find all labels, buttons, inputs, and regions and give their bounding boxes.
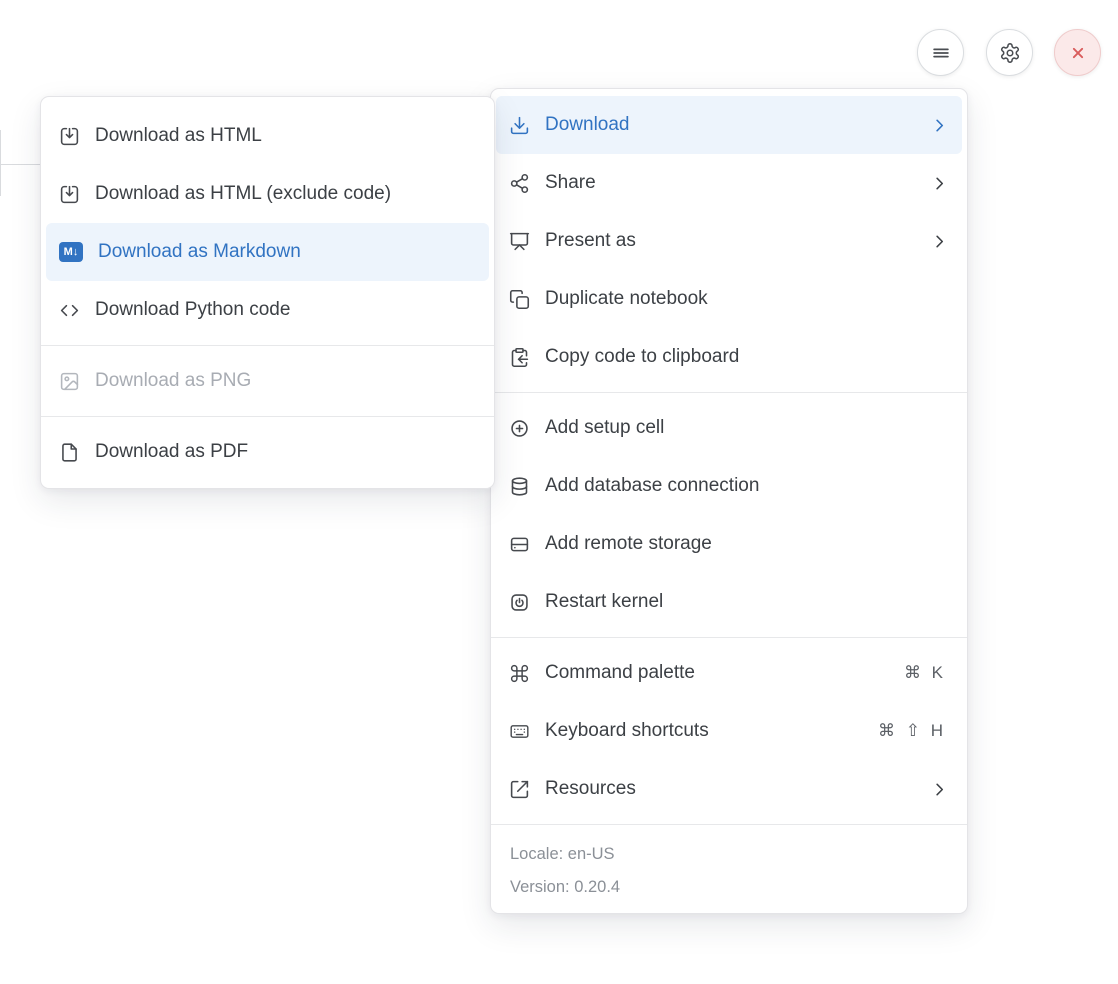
image-icon: [59, 371, 80, 392]
menu-item-label: Keyboard shortcuts: [545, 720, 709, 742]
hard-drive-icon: [509, 534, 530, 555]
file-icon: [59, 442, 80, 463]
menu-item-resources[interactable]: Resources: [496, 760, 962, 818]
menu-separator: [41, 416, 494, 417]
circle-plus-icon: [509, 418, 530, 439]
menu-item-label: Download as HTML: [95, 125, 262, 147]
menu-item-label: Add remote storage: [545, 533, 712, 555]
share-icon: [509, 173, 530, 194]
chevron-right-icon: [930, 116, 949, 135]
menu-separator: [41, 345, 494, 346]
clipboard-copy-icon: [509, 347, 530, 368]
close-icon: [1068, 43, 1088, 63]
menu-item-download-as-html[interactable]: Download as HTML: [46, 107, 489, 165]
menu-item-label: Download as Markdown: [98, 241, 301, 263]
menu-item-label: Resources: [545, 778, 636, 800]
menu-item-label: Download as HTML (exclude code): [95, 183, 391, 205]
menu-separator: [491, 392, 967, 393]
markdown-icon: M↓: [59, 242, 83, 262]
keyboard-icon: [509, 721, 530, 742]
menu-item-label: Present as: [545, 230, 636, 252]
power-icon: [509, 592, 530, 613]
menu-separator: [491, 824, 967, 825]
menu-item-download-as-html-exclude-code[interactable]: Download as HTML (exclude code): [46, 165, 489, 223]
menu-item-download[interactable]: Download: [496, 96, 962, 154]
presentation-icon: [509, 231, 530, 252]
menu-item-duplicate-notebook[interactable]: Duplicate notebook: [496, 270, 962, 328]
menu-item-restart-kernel[interactable]: Restart kernel: [496, 573, 962, 631]
command-icon: [509, 663, 530, 684]
menu-item-download-as-markdown[interactable]: M↓ Download as Markdown: [46, 223, 489, 281]
database-icon: [509, 476, 530, 497]
menu-item-copy-code-to-clipboard[interactable]: Copy code to clipboard: [496, 328, 962, 386]
version-text: Version: 0.20.4: [510, 871, 948, 904]
page-fragment-horizontal-border: [0, 164, 41, 165]
menu-item-label: Download as PDF: [95, 441, 248, 463]
settings-button[interactable]: [986, 29, 1033, 76]
shortcut-hint: ⌘ K: [904, 663, 949, 683]
menu-item-share[interactable]: Share: [496, 154, 962, 212]
menu-item-download-python-code[interactable]: Download Python code: [46, 281, 489, 339]
box-arrow-down-icon: [59, 126, 80, 147]
menu-item-present-as[interactable]: Present as: [496, 212, 962, 270]
menu-separator: [491, 637, 967, 638]
external-link-icon: [509, 779, 530, 800]
menu-item-label: Share: [545, 172, 596, 194]
menu-footer: Locale: en-US Version: 0.20.4: [491, 831, 967, 908]
menu-item-label: Restart kernel: [545, 591, 663, 613]
menu-item-label: Download as PNG: [95, 370, 251, 392]
page-fragment-vertical-border: [0, 130, 1, 196]
hamburger-icon: [930, 42, 952, 64]
duplicate-icon: [509, 289, 530, 310]
download-submenu: Download as HTML Download as HTML (exclu…: [40, 96, 495, 489]
close-button[interactable]: [1054, 29, 1101, 76]
menu-item-download-as-pdf[interactable]: Download as PDF: [46, 423, 489, 481]
menu-item-add-database-connection[interactable]: Add database connection: [496, 457, 962, 515]
menu-item-add-remote-storage[interactable]: Add remote storage: [496, 515, 962, 573]
code-icon: [59, 300, 80, 321]
menu-item-label: Add database connection: [545, 475, 759, 497]
menu-item-label: Duplicate notebook: [545, 288, 708, 310]
shortcut-hint: ⌘ ⇧ H: [878, 721, 949, 741]
menu-item-label: Copy code to clipboard: [545, 346, 739, 368]
menu-item-label: Command palette: [545, 662, 695, 684]
download-icon: [509, 115, 530, 136]
menu-item-download-as-png: Download as PNG: [46, 352, 489, 410]
box-arrow-down-icon: [59, 184, 80, 205]
menu-item-label: Download: [545, 114, 630, 136]
chevron-right-icon: [930, 174, 949, 193]
locale-text: Locale: en-US: [510, 838, 948, 871]
menu-item-add-setup-cell[interactable]: Add setup cell: [496, 399, 962, 457]
menu-item-command-palette[interactable]: Command palette ⌘ K: [496, 644, 962, 702]
chevron-right-icon: [930, 232, 949, 251]
menu-item-label: Download Python code: [95, 299, 290, 321]
notebook-actions-menu: Download Share Present as Duplicate note…: [490, 88, 968, 914]
chevron-right-icon: [930, 780, 949, 799]
menu-item-keyboard-shortcuts[interactable]: Keyboard shortcuts ⌘ ⇧ H: [496, 702, 962, 760]
notebook-menu-button[interactable]: [917, 29, 964, 76]
gear-icon: [999, 42, 1021, 64]
menu-item-label: Add setup cell: [545, 417, 664, 439]
